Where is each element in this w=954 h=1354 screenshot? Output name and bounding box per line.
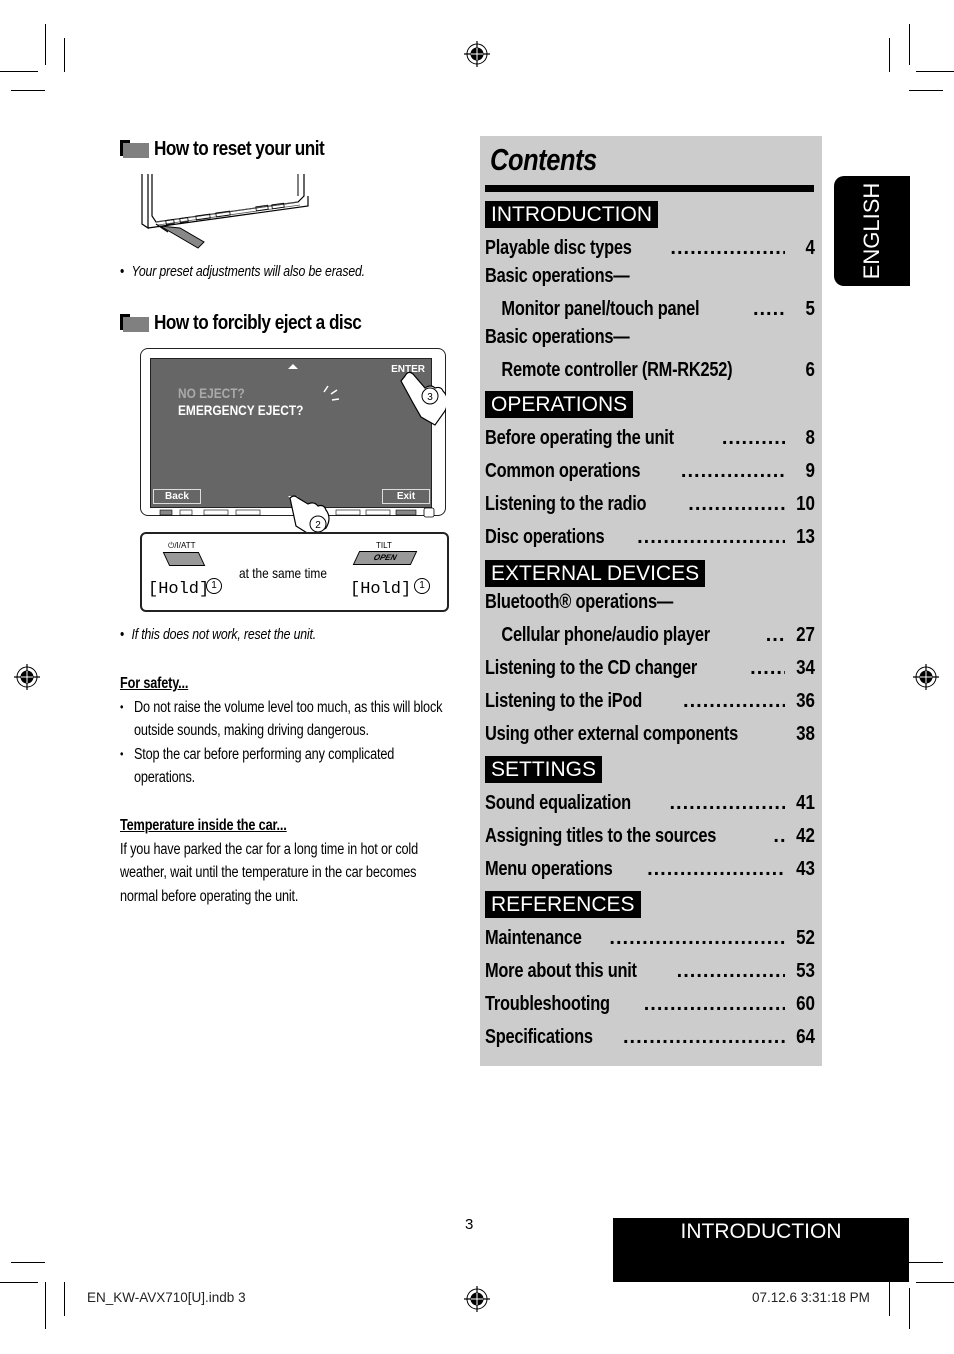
reset-section-title: How to reset your unit	[154, 137, 325, 160]
section-marker-icon	[120, 140, 149, 158]
toc-page: 34	[796, 657, 815, 679]
registration-mark-icon	[464, 1286, 490, 1312]
reset-section-heading: How to reset your unit	[120, 137, 352, 161]
page-number: 3	[465, 1216, 474, 1233]
toc-entry[interactable]: Sound equalization .....................…	[485, 786, 815, 819]
reset-illustration	[141, 174, 309, 249]
open-button[interactable]: OPEN	[352, 551, 418, 565]
category-operations: OPERATIONS	[485, 391, 634, 418]
power-att-button[interactable]	[162, 552, 206, 566]
temperature-text: If you have parked the car for a long ti…	[120, 840, 418, 905]
toc-entry[interactable]: Using other external components ........…	[485, 717, 815, 750]
title-rule	[485, 185, 814, 192]
contents-title: Contents	[490, 142, 597, 177]
temperature-heading: Temperature inside the car...	[120, 817, 287, 834]
toc-entry[interactable]: Basic operations— Remote controller (RM-…	[485, 325, 815, 386]
slug-filename: EN_KW-AVX710[U].indb 3	[87, 1290, 246, 1305]
toc-page: 43	[796, 858, 815, 880]
registration-mark-icon	[913, 664, 939, 690]
toc-page: 5	[805, 298, 815, 320]
eject-section-heading: How to forcibly eject a disc	[120, 311, 395, 335]
footer-section-tab: INTRODUCTION	[613, 1218, 909, 1282]
step-2-label: 2	[315, 520, 321, 531]
toc-page: 36	[796, 690, 815, 712]
toc-list-external-devices: Bluetooth® operations— Cellular phone/au…	[485, 590, 815, 750]
toc-entry[interactable]: More about this unit ...................…	[485, 954, 815, 987]
registration-mark-icon	[14, 664, 40, 690]
slug-timestamp: 07.12.6 3:31:18 PM	[752, 1290, 870, 1305]
toc-entry[interactable]: Specifications .........................…	[485, 1020, 815, 1053]
contents-panel: Contents INTRODUCTION Playable disc type…	[480, 136, 822, 1066]
hold-buttons-panel: ⏻/I/ATT [Hold] 1 at the same time TILT O…	[140, 532, 449, 612]
language-tab: ENGLISH	[834, 176, 910, 286]
temperature-section: Temperature inside the car... If you hav…	[120, 814, 448, 908]
toc-entry[interactable]: Listening to the CD changer ............…	[485, 651, 815, 684]
toc-list-references: Maintenance ............................…	[485, 921, 815, 1053]
toc-page: 64	[796, 1026, 815, 1048]
step-1-badge: 1	[206, 578, 222, 594]
category-settings: SETTINGS	[485, 756, 603, 783]
toc-entry[interactable]: Assigning titles to the sources ........…	[485, 819, 815, 852]
step-1-badge: 1	[414, 578, 430, 594]
toc-page: 13	[796, 526, 815, 548]
toc-entry[interactable]: Troubleshooting ........................…	[485, 987, 815, 1020]
toc-entry[interactable]: Bluetooth® operations— Cellular phone/au…	[485, 590, 815, 651]
tilt-label: TILT	[376, 541, 392, 550]
toc-page: 52	[796, 927, 815, 949]
toc-page: 6	[805, 359, 815, 381]
safety-bullet: Do not raise the volume level too much, …	[120, 696, 448, 743]
toc-entry[interactable]: Before operating the unit ..............…	[485, 421, 815, 454]
toc-page: 60	[796, 993, 815, 1015]
category-references: REFERENCES	[485, 891, 641, 918]
toc-entry[interactable]: Playable disc types ....................…	[485, 231, 815, 264]
toc-list-introduction: Playable disc types ....................…	[485, 231, 815, 386]
toc-page: 38	[796, 723, 815, 745]
toc-page: 4	[805, 237, 815, 259]
power-att-label: ⏻/I/ATT	[168, 541, 196, 550]
registration-mark-icon	[464, 41, 490, 67]
hold-label: [Hold]	[350, 580, 412, 599]
toc-entry[interactable]: Basic operations— Monitor panel/touch pa…	[485, 264, 815, 325]
toc-list-settings: Sound equalization .....................…	[485, 786, 815, 885]
category-external-devices: EXTERNAL DEVICES	[485, 560, 706, 587]
eject-section-title: How to forcibly eject a disc	[154, 311, 362, 334]
step-3-label: 3	[427, 392, 433, 403]
safety-heading: For safety...	[120, 675, 189, 692]
safety-bullet: Stop the car before performing any compl…	[120, 743, 448, 790]
toc-page: 41	[796, 792, 815, 814]
toc-entry[interactable]: Maintenance ............................…	[485, 921, 815, 954]
toc-entry[interactable]: Menu operations ........................…	[485, 852, 815, 885]
footer-section-label: INTRODUCTION	[680, 1220, 842, 1243]
reset-note: • Your preset adjustments will also be er…	[120, 263, 365, 280]
language-label: ENGLISH	[859, 182, 884, 280]
hold-label: [Hold]	[148, 580, 210, 599]
toc-page: 53	[796, 960, 815, 982]
toc-page: 42	[796, 825, 815, 847]
toc-entry[interactable]: Disc operations ........................…	[485, 520, 815, 553]
toc-page: 10	[796, 493, 815, 515]
same-time-label: at the same time	[239, 565, 327, 581]
hand-pointer-icons: 3 2	[159, 371, 446, 537]
category-introduction: INTRODUCTION	[485, 201, 658, 228]
section-marker-icon	[120, 314, 149, 332]
safety-section: For safety... Do not raise the volume le…	[120, 672, 448, 790]
toc-list-operations: Before operating the unit ..............…	[485, 421, 815, 553]
head-unit-illustration: ENTER NO EJECT? EMERGENCY EJECT? Back Ex…	[140, 348, 446, 537]
toc-page: 27	[796, 624, 815, 646]
toc-page: 9	[805, 460, 815, 482]
toc-entry[interactable]: Listening to the radio .................…	[485, 487, 815, 520]
toc-entry[interactable]: Listening to the iPod ..................…	[485, 684, 815, 717]
toc-page: 8	[805, 427, 815, 449]
eject-note: • If this does not work, reset the unit.	[120, 626, 317, 643]
toc-entry[interactable]: Common operations ......................…	[485, 454, 815, 487]
